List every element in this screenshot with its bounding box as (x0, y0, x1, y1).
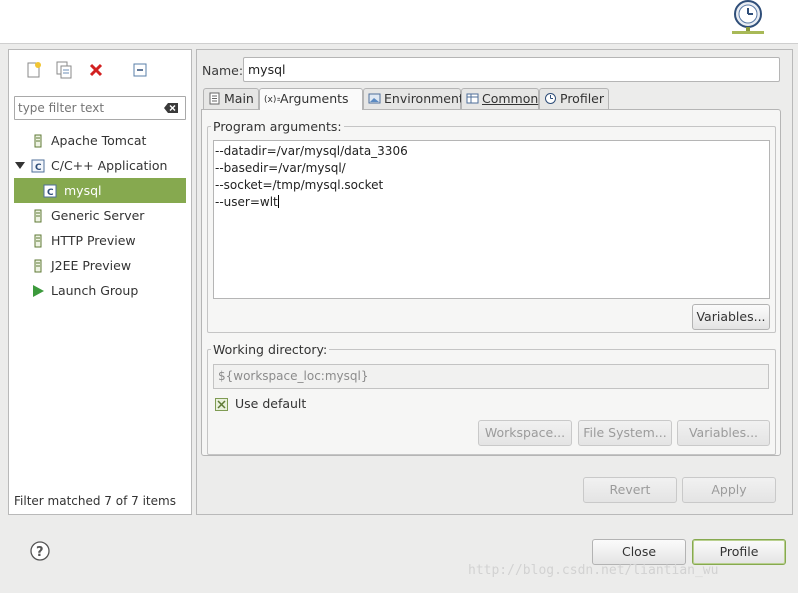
working-directory-group: Working directory: ${workspace_loc:mysql… (207, 342, 776, 455)
tree-item-generic-server[interactable]: Generic Server (9, 203, 191, 228)
close-button[interactable]: Close (592, 539, 686, 565)
tree-item-label: Apache Tomcat (51, 133, 147, 148)
tree-item-label: Launch Group (51, 283, 139, 298)
new-config-icon[interactable] (25, 61, 43, 79)
svg-text:C: C (47, 188, 54, 198)
tab-profiler[interactable]: Profiler (539, 88, 609, 109)
document-icon (209, 92, 220, 105)
tree-item-label: C/C++ Application (51, 158, 168, 173)
use-default-checkbox[interactable] (215, 398, 228, 411)
tab-label: Common (482, 91, 539, 106)
left-toolbar (9, 50, 191, 90)
clock-icon (545, 93, 556, 104)
dialog-header (0, 0, 798, 44)
tab-common[interactable]: Common (461, 88, 539, 109)
collapse-all-icon[interactable] (131, 61, 149, 79)
tree-item-label: mysql (64, 183, 102, 198)
environment-icon (368, 93, 381, 104)
config-tree: Apache Tomcat C C/C++ Application C mysq… (9, 128, 191, 303)
working-directory-title: Working directory: (211, 342, 330, 357)
tree-item-j2ee-preview[interactable]: J2EE Preview (9, 253, 191, 278)
filter-field[interactable] (14, 96, 186, 120)
working-directory-input[interactable]: ${workspace_loc:mysql} (213, 364, 769, 389)
c-app-icon: C (31, 159, 45, 173)
profile-button[interactable]: Profile (692, 539, 786, 565)
tree-item-label: J2EE Preview (51, 258, 132, 273)
tab-label: Main (224, 91, 254, 106)
launch-icon (33, 285, 44, 297)
server-icon (34, 209, 42, 223)
svg-text:(x)=: (x)= (264, 95, 280, 105)
name-label: Name: (202, 63, 244, 78)
tab-label: Profiler (560, 91, 605, 106)
server-icon (34, 259, 42, 273)
table-icon (466, 93, 479, 104)
expand-arrow-icon[interactable] (15, 161, 25, 171)
server-icon (34, 134, 42, 148)
revert-button[interactable]: Revert (583, 477, 677, 503)
program-arguments-textarea[interactable]: --datadir=/var/mysql/data_3306 --basedir… (213, 140, 770, 299)
program-arguments-title: Program arguments: (211, 119, 344, 134)
tab-bar: Main (x)= Arguments Environment Common P… (203, 88, 783, 110)
variables-button-disabled[interactable]: Variables... (677, 420, 770, 446)
config-editor-panel: Name: Main (x)= Arguments Environment Co… (196, 49, 793, 515)
file-system-button[interactable]: File System... (578, 420, 672, 446)
variable-icon: (x)= (264, 95, 280, 105)
help-icon[interactable]: ? (30, 541, 50, 561)
profile-clock-icon (732, 0, 764, 34)
tree-item-mysql[interactable]: C mysql (14, 178, 186, 203)
delete-icon[interactable] (87, 61, 105, 79)
tree-item-label: Generic Server (51, 208, 145, 223)
server-icon (34, 234, 42, 248)
name-input[interactable] (243, 57, 780, 82)
arguments-tab-content: Program arguments: --datadir=/var/mysql/… (201, 109, 781, 456)
tree-item-label: HTTP Preview (51, 233, 136, 248)
tab-label: Arguments (280, 91, 349, 106)
tree-item-c-cpp-application[interactable]: C C/C++ Application (9, 153, 191, 178)
tab-arguments[interactable]: (x)= Arguments (259, 88, 363, 110)
tree-item-http-preview[interactable]: HTTP Preview (9, 228, 191, 253)
tab-label: Environment (384, 91, 464, 106)
use-default-label[interactable]: Use default (235, 396, 306, 411)
tab-main[interactable]: Main (203, 88, 259, 109)
duplicate-icon[interactable] (55, 61, 73, 79)
workspace-button[interactable]: Workspace... (478, 420, 572, 446)
program-arguments-text: --datadir=/var/mysql/data_3306 --basedir… (215, 144, 408, 209)
c-file-icon: C (43, 184, 57, 198)
text-cursor (277, 195, 279, 208)
tree-item-apache-tomcat[interactable]: Apache Tomcat (9, 128, 191, 153)
tab-environment[interactable]: Environment (363, 88, 464, 109)
svg-text:C: C (35, 163, 42, 173)
check-icon (217, 400, 226, 409)
tree-item-launch-group[interactable]: Launch Group (9, 278, 191, 303)
watermark-text: http://blog.csdn.net/liantian_wu (468, 563, 719, 578)
launch-config-panel: Apache Tomcat C C/C++ Application C mysq… (8, 49, 192, 515)
apply-button[interactable]: Apply (682, 477, 776, 503)
program-arguments-group: Program arguments: --datadir=/var/mysql/… (207, 119, 776, 333)
filter-status: Filter matched 7 of 7 items (14, 494, 176, 508)
svg-text:?: ? (36, 545, 44, 560)
filter-input[interactable] (18, 98, 158, 118)
variables-button[interactable]: Variables... (692, 304, 770, 330)
clear-filter-icon[interactable] (164, 103, 178, 113)
